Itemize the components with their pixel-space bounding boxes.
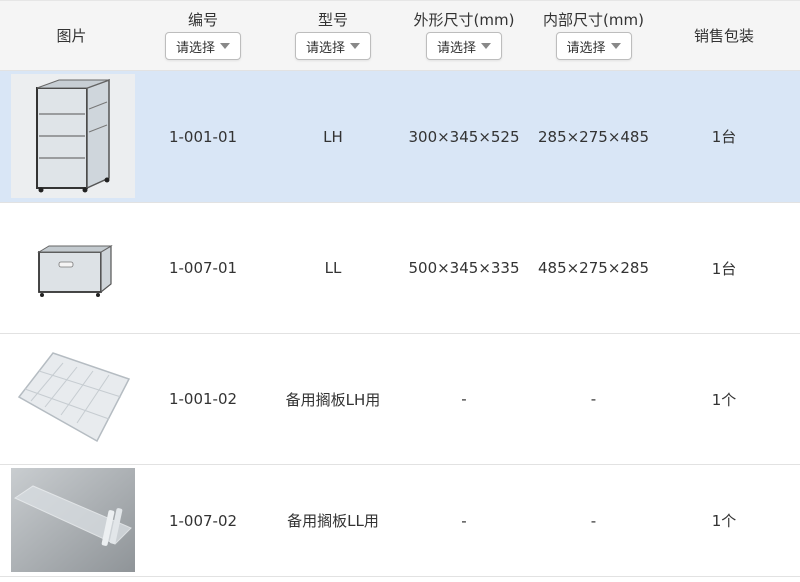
row-model: LL <box>324 259 342 277</box>
table-row[interactable]: 1-001-02 备用搁板LH用 - - 1个 <box>0 334 800 465</box>
outer-size-filter-select[interactable]: 请选择 <box>426 32 502 60</box>
row-outer-size: - <box>461 511 467 530</box>
product-image <box>11 74 135 198</box>
header-inner-size: 内部尺寸(mm) 请选择 <box>525 1 662 70</box>
table-row[interactable]: 1-001-01 LH 300×345×525 285×275×485 1台 <box>0 71 800 203</box>
product-image <box>11 206 135 330</box>
row-inner-size: - <box>590 390 597 408</box>
product-table: 图片 编号 请选择 型号 请选择 外形尺寸(mm) 请选择 内部尺寸(mm) 请… <box>0 0 800 582</box>
chevron-down-icon <box>220 43 230 49</box>
code-filter-select[interactable]: 请选择 <box>165 32 241 60</box>
chevron-down-icon <box>481 43 491 49</box>
inner-size-filter-select[interactable]: 请选择 <box>555 32 632 60</box>
row-package: 1个 <box>711 390 737 409</box>
product-image <box>11 337 135 461</box>
inner-size-filter-placeholder: 请选择 <box>566 40 606 56</box>
chevron-down-icon <box>350 43 360 49</box>
header-image-label: 图片 <box>56 26 87 45</box>
outer-size-filter-placeholder: 请选择 <box>436 40 476 56</box>
row-code: 1-007-01 <box>168 259 238 277</box>
header-outer-size-label: 外形尺寸(mm) <box>413 11 515 29</box>
row-code: 1-007-02 <box>168 511 238 530</box>
table-row[interactable]: 1-007-01 LL 500×345×335 485×275×285 1台 <box>0 203 800 334</box>
model-filter-select[interactable]: 请选择 <box>295 32 371 60</box>
row-inner-size: 285×275×485 <box>537 127 650 146</box>
table-header: 图片 编号 请选择 型号 请选择 外形尺寸(mm) 请选择 内部尺寸(mm) 请… <box>0 1 800 71</box>
row-code: 1-001-01 <box>168 127 238 146</box>
header-outer-size: 外形尺寸(mm) 请选择 <box>403 1 525 70</box>
row-outer-size: 300×345×525 <box>408 127 520 146</box>
table-row[interactable]: 1-007-02 备用搁板LL用 - - 1个 <box>0 465 800 577</box>
product-image <box>11 468 135 572</box>
row-inner-size: 485×275×285 <box>537 259 650 277</box>
header-image: 图片 <box>0 1 143 70</box>
row-model: 备用搁板LH用 <box>285 390 381 409</box>
row-outer-size: 500×345×335 <box>408 259 520 277</box>
model-filter-placeholder: 请选择 <box>305 40 345 56</box>
header-model-label: 型号 <box>317 11 348 29</box>
row-model: 备用搁板LL用 <box>287 512 379 530</box>
header-inner-size-label: 内部尺寸(mm) <box>543 11 644 29</box>
chevron-down-icon <box>610 43 621 49</box>
header-code-label: 编号 <box>187 11 218 29</box>
code-filter-placeholder: 请选择 <box>175 40 215 56</box>
row-model: LH <box>323 127 343 146</box>
header-code: 编号 请选择 <box>143 1 263 70</box>
header-package: 销售包装 <box>662 1 786 70</box>
row-code: 1-001-02 <box>168 390 238 408</box>
row-package: 1台 <box>711 128 737 146</box>
header-package-label: 销售包装 <box>693 26 754 45</box>
row-package: 1个 <box>711 512 737 530</box>
row-package: 1台 <box>711 259 737 278</box>
header-model: 型号 请选择 <box>263 1 403 70</box>
row-outer-size: - <box>461 390 467 408</box>
row-inner-size: - <box>590 511 597 530</box>
